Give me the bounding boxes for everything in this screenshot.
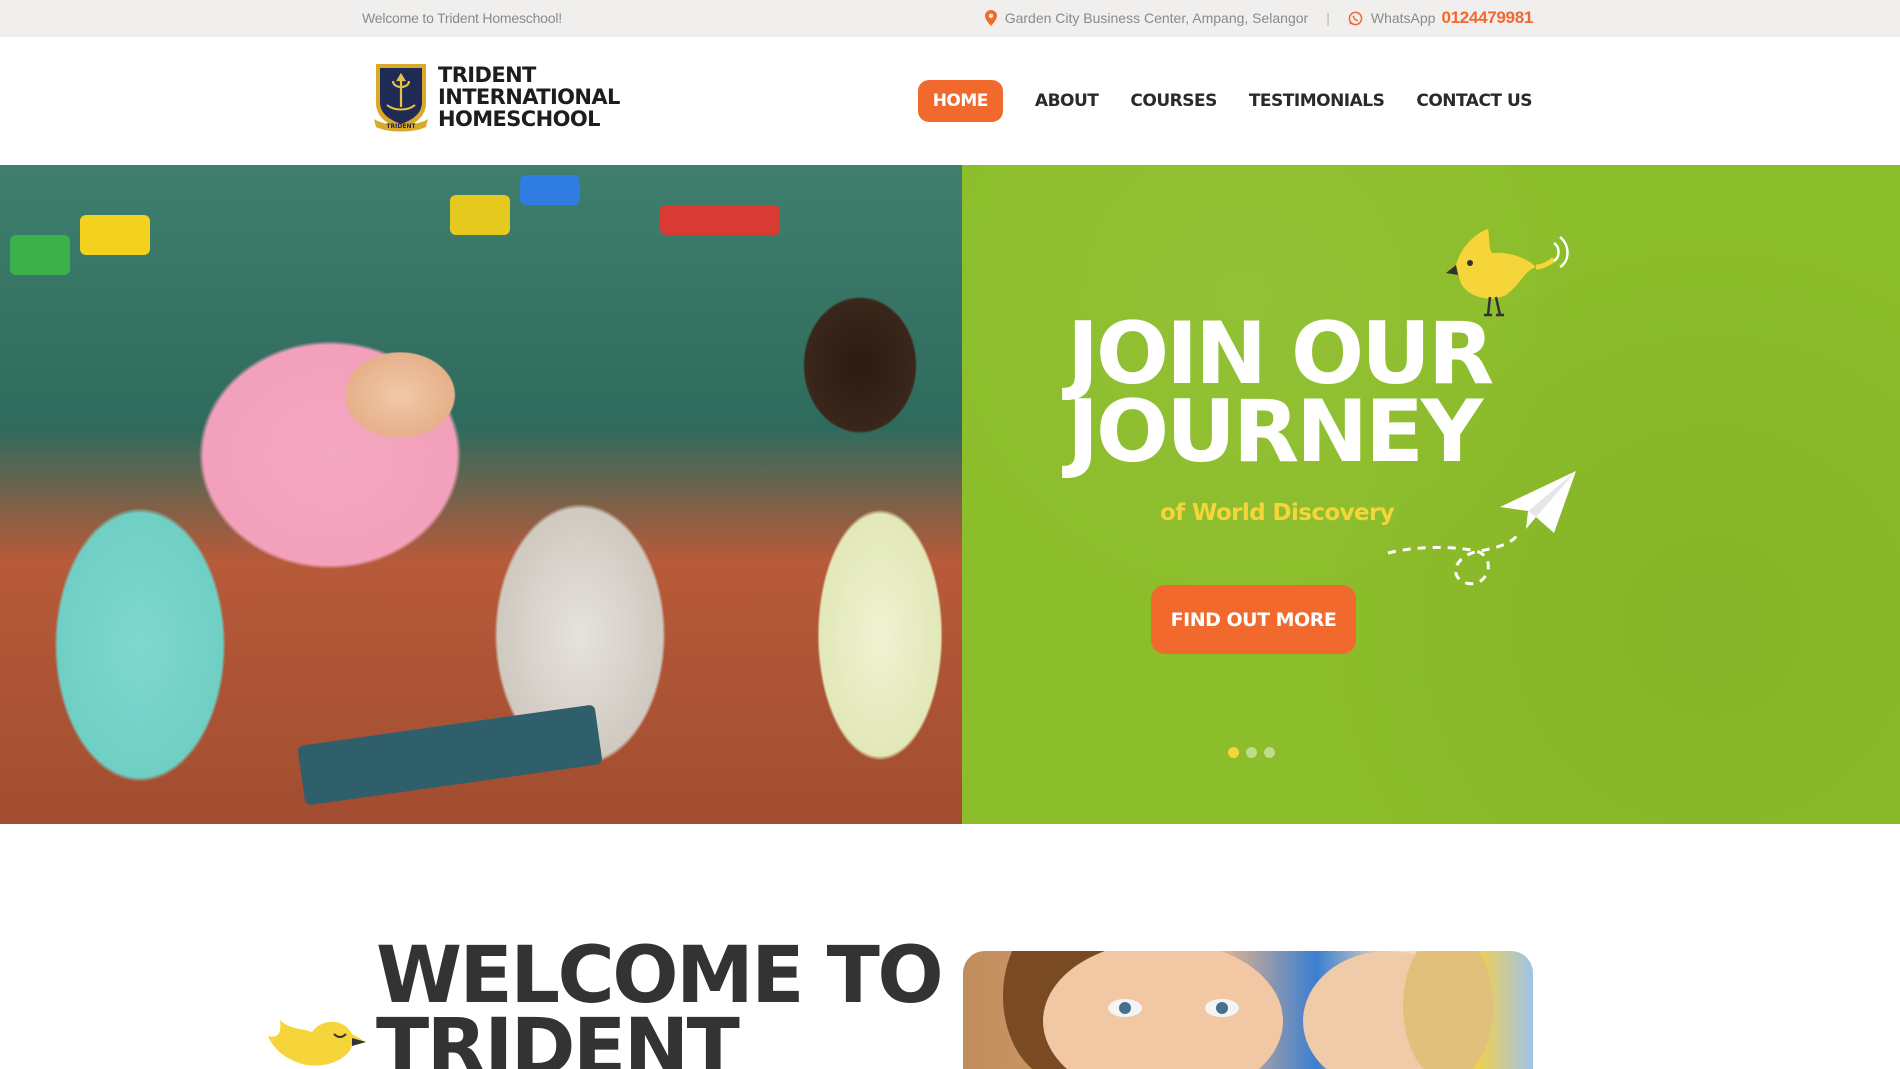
- top-bar-contact: Garden City Business Center, Ampang, Sel…: [984, 8, 1533, 28]
- site-logo[interactable]: TRIDENT TRIDENT INTERNATIONAL HOMESCHOOL: [370, 61, 620, 133]
- nav-contact-us[interactable]: CONTACT US: [1416, 91, 1532, 111]
- address-text: Garden City Business Center, Ampang, Sel…: [1004, 10, 1309, 26]
- logo-wordmark: TRIDENT INTERNATIONAL HOMESCHOOL: [438, 64, 620, 130]
- hero-slide-panel: JOIN OUR JOURNEY of World Discovery FIND…: [962, 165, 1900, 824]
- slide-dot-1[interactable]: [1228, 747, 1239, 758]
- paper-plane-icon: [1387, 471, 1576, 586]
- school-crest-logo: TRIDENT: [374, 64, 428, 132]
- main-nav: HOME ABOUT COURSES TESTIMONIALS CONTACT …: [917, 80, 1532, 122]
- separator: |: [1326, 10, 1330, 26]
- slide-dot-3[interactable]: [1264, 747, 1275, 758]
- logo-line-3: HOMESCHOOL: [438, 107, 600, 131]
- hero-title: JOIN OUR JOURNEY: [1067, 311, 1494, 482]
- top-bar: Welcome to Trident Homeschool! Garden Ci…: [0, 0, 1900, 37]
- hero-subtitle: of World Discovery: [1160, 500, 1395, 526]
- logo-line-1: TRIDENT: [438, 63, 536, 87]
- phone-link[interactable]: 0124479981: [1441, 8, 1533, 28]
- yellow-bird-small-icon: [268, 1020, 366, 1066]
- find-out-more-button[interactable]: FIND OUT MORE: [1151, 585, 1356, 654]
- crest-text: TRIDENT: [386, 123, 416, 130]
- nav-about[interactable]: ABOUT: [1035, 91, 1099, 111]
- map-pin-icon: [984, 10, 997, 26]
- hero-photo-teacher-with-children: [0, 165, 962, 824]
- hero-title-line-2: JOURNEY: [1067, 382, 1483, 482]
- welcome-heading: WELCOME TO TRIDENT: [376, 931, 944, 1069]
- whatsapp-label: WhatsApp: [1370, 10, 1436, 26]
- welcome-heading-line-1: WELCOME TO: [376, 931, 944, 1021]
- slide-dot-2[interactable]: [1246, 747, 1257, 758]
- logo-line-2: INTERNATIONAL: [438, 85, 620, 109]
- hero-slider: JOIN OUR JOURNEY of World Discovery FIND…: [0, 165, 1900, 824]
- whatsapp-icon: [1348, 11, 1363, 25]
- nav-courses[interactable]: COURSES: [1130, 91, 1217, 111]
- welcome-message: Welcome to Trident Homeschool!: [362, 10, 562, 26]
- slider-pagination: [1228, 747, 1282, 758]
- welcome-photo-children: [963, 951, 1533, 1069]
- nav-testimonials[interactable]: TESTIMONIALS: [1249, 91, 1385, 111]
- site-header: TRIDENT TRIDENT INTERNATIONAL HOMESCHOOL…: [0, 37, 1900, 165]
- nav-home[interactable]: HOME: [917, 80, 1003, 122]
